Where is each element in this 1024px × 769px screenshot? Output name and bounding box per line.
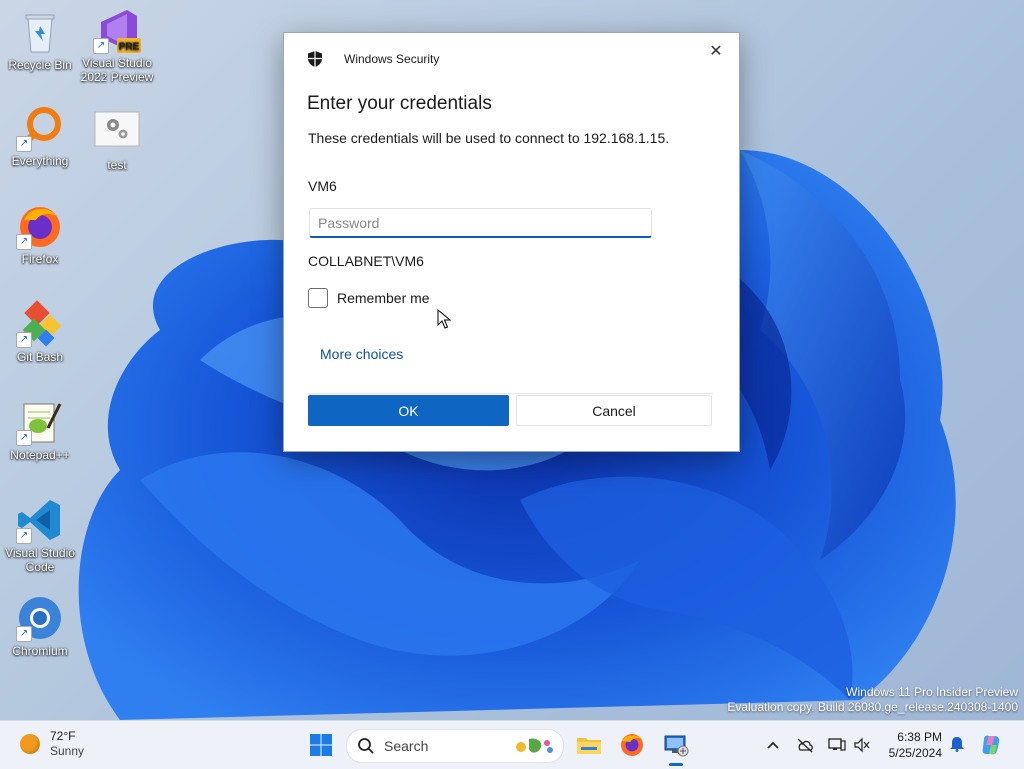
desktop-icon-label: Visual Studio 2022 Preview xyxy=(80,56,154,84)
dialog-header: Windows Security xyxy=(306,49,439,69)
mouse-cursor-icon xyxy=(437,309,451,329)
search-icon xyxy=(358,738,374,754)
dialog-description: These credentials will be used to connec… xyxy=(308,130,670,146)
dialog-app-name: Windows Security xyxy=(344,52,440,66)
clock-date: 5/25/2024 xyxy=(888,746,942,760)
desktop-icon-recycle-bin[interactable]: Recycle Bin xyxy=(0,8,80,72)
desktop-icon-everything[interactable]: ↗ Everything xyxy=(0,104,80,168)
evaluation-watermark: Windows 11 Pro Insider Preview Evaluatio… xyxy=(727,685,1018,715)
remote-desktop-icon[interactable] xyxy=(663,733,689,757)
taskbar-clock[interactable]: 6:38 PM 5/25/2024 xyxy=(880,729,942,761)
cancel-button[interactable]: Cancel xyxy=(516,395,712,426)
search-label: Search xyxy=(384,738,429,754)
desktop-icon-label: Recycle Bin xyxy=(8,58,72,72)
cloud-offline-icon[interactable] xyxy=(796,737,814,753)
dialog-title: Enter your credentials xyxy=(307,93,492,114)
desktop-icon-firefox[interactable]: ↗ Firefox xyxy=(0,202,80,266)
desktop-icon-visual-studio-code[interactable]: ↗ Visual Studio Code xyxy=(0,496,80,574)
pre-badge: PRE xyxy=(119,42,140,53)
firefox-taskbar-icon[interactable] xyxy=(619,733,645,757)
settings-file-icon xyxy=(94,111,140,147)
search-highlight-icon xyxy=(516,738,553,753)
shortcut-arrow-icon: ↗ xyxy=(16,332,32,348)
taskbar: 72°F Sunny Search 6:38 PM 5/25/2024 xyxy=(0,720,1024,769)
shortcut-arrow-icon: ↗ xyxy=(93,38,109,54)
domain-user-label: COLLABNET\VM6 xyxy=(308,253,424,269)
sun-icon xyxy=(20,734,40,754)
button-divider xyxy=(308,393,713,394)
desktop-icon-label: Git Bash xyxy=(16,350,64,364)
clock-time: 6:38 PM xyxy=(897,730,942,744)
sound-icon[interactable] xyxy=(853,737,871,753)
more-choices-link[interactable]: More choices xyxy=(320,346,403,362)
desktop-icon-notepad-plus-plus[interactable]: ↗ Notepad++ xyxy=(0,398,80,462)
shortcut-arrow-icon: ↗ xyxy=(16,430,32,446)
shortcut-arrow-icon: ↗ xyxy=(16,626,32,642)
shortcut-arrow-icon: ↗ xyxy=(16,234,32,250)
desktop-icon-label: Everything xyxy=(11,154,69,168)
taskbar-search-box[interactable]: Search xyxy=(346,729,564,763)
username-label: VM6 xyxy=(308,178,337,194)
desktop-icon-label: Visual Studio Code xyxy=(5,546,75,574)
remember-me-label: Remember me xyxy=(337,290,430,306)
shield-icon xyxy=(308,51,322,67)
shortcut-arrow-icon: ↗ xyxy=(16,528,32,544)
file-explorer-icon[interactable] xyxy=(576,733,602,757)
recycle-bin-icon xyxy=(25,14,55,53)
remember-me-option[interactable]: Remember me xyxy=(308,288,430,308)
credentials-dialog: Windows Security ✕ Enter your credential… xyxy=(283,32,740,452)
watermark-line-2: Evaluation copy. Build 26080.ge_release.… xyxy=(727,700,1018,714)
desktop-icon-git-bash[interactable]: ↗ Git Bash xyxy=(0,300,80,364)
weather-condition: Sunny xyxy=(50,744,85,758)
desktop-icon-chromium[interactable]: ↗ Chromium xyxy=(0,594,80,658)
desktop-icon-label: test xyxy=(107,158,127,172)
watermark-line-1: Windows 11 Pro Insider Preview xyxy=(846,685,1018,699)
chevron-up-icon[interactable] xyxy=(764,737,782,753)
notification-bell-icon[interactable] xyxy=(948,736,966,752)
ok-button[interactable]: OK xyxy=(308,395,509,426)
close-button[interactable]: ✕ xyxy=(705,41,727,63)
desktop-icon-label: Chromium xyxy=(12,644,68,658)
desktop-icon-visual-studio-2022-preview[interactable]: PRE ↗ Visual Studio 2022 Preview xyxy=(77,6,157,84)
active-app-indicator xyxy=(669,763,683,766)
weather-temperature: 72°F xyxy=(50,729,76,743)
shortcut-arrow-icon: ↗ xyxy=(16,136,32,152)
desktop-icon-label: Notepad++ xyxy=(10,448,70,462)
desktop-icon-test[interactable]: test xyxy=(77,108,157,172)
start-icon[interactable] xyxy=(309,733,333,757)
password-input[interactable] xyxy=(309,208,652,238)
weather-widget[interactable]: 72°F Sunny xyxy=(20,729,84,759)
desktop-icon-label: Firefox xyxy=(21,252,59,266)
network-icon[interactable] xyxy=(828,737,846,753)
copilot-icon[interactable] xyxy=(980,733,1004,757)
remember-me-checkbox[interactable] xyxy=(308,288,328,308)
close-icon: ✕ xyxy=(709,43,723,60)
